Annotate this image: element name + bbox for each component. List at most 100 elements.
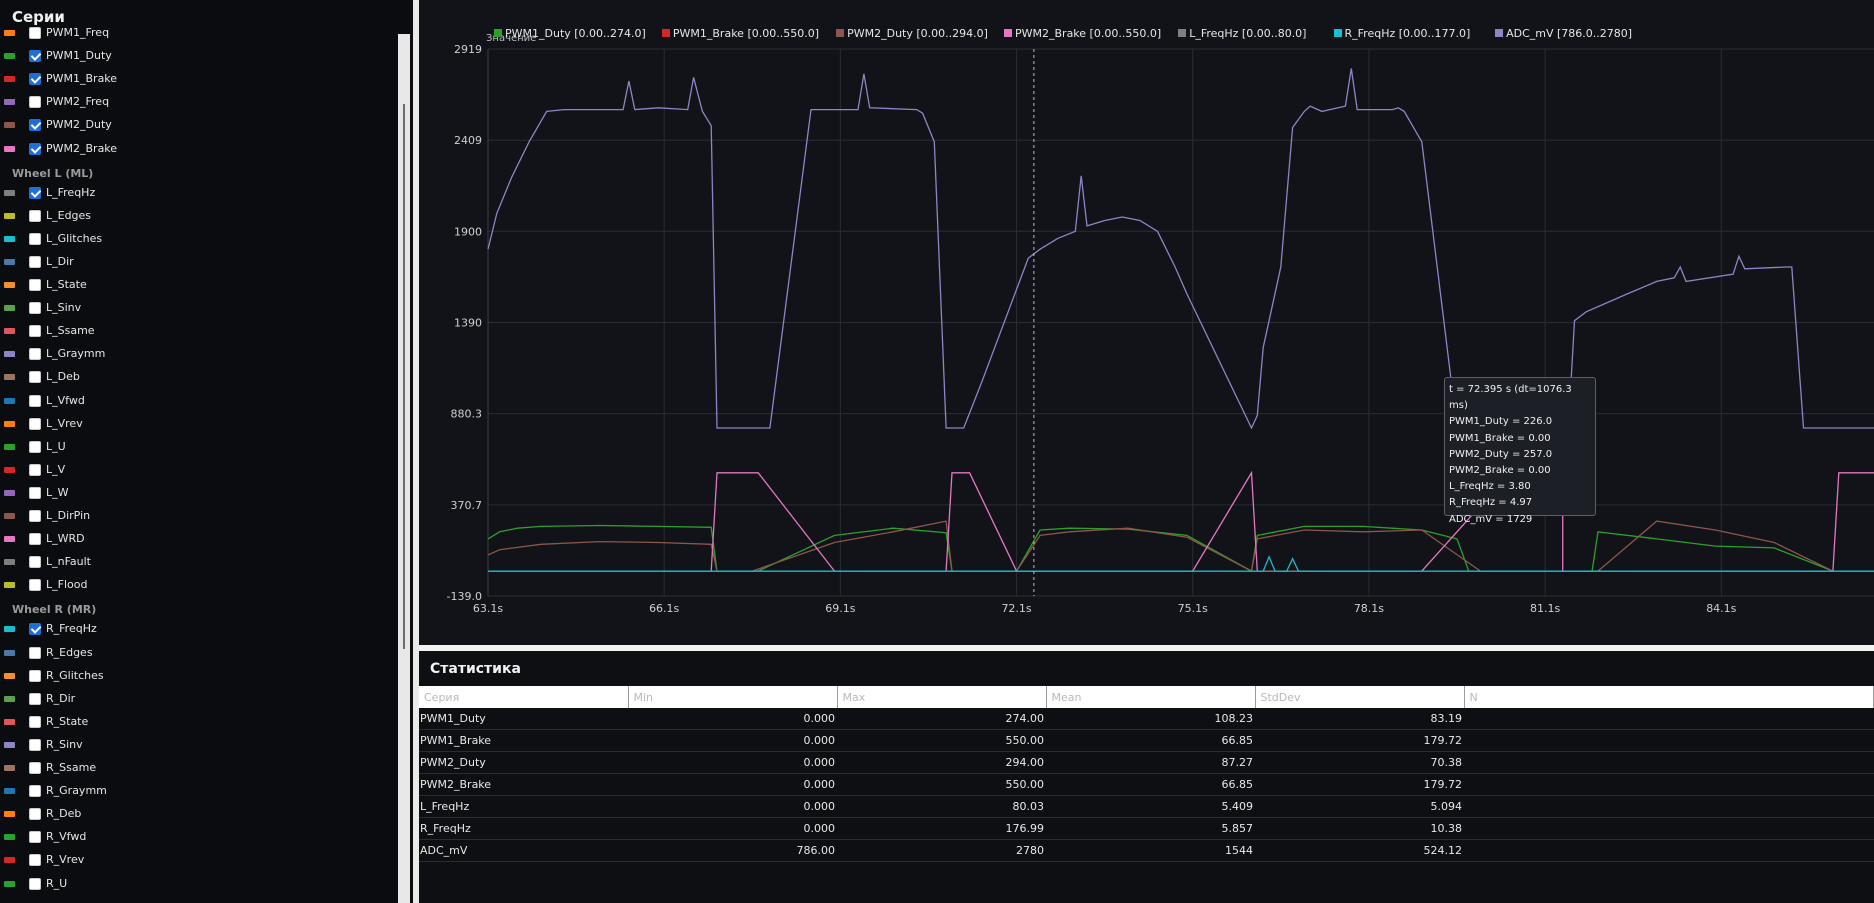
series-checkbox[interactable] (29, 762, 41, 774)
series-checkbox[interactable] (29, 579, 41, 592)
series-row-l-ssame[interactable]: L_Ssame (4, 322, 384, 342)
time-series-chart[interactable]: 2919240919001390880.3370.7-139.063.1s 66.… (419, 0, 1874, 645)
series-row-l-u[interactable]: L_U (4, 438, 384, 458)
series-label: PWM2_Brake (46, 141, 118, 155)
series-checkbox[interactable] (29, 119, 41, 132)
series-row-r-graymm[interactable]: R_Graymm (4, 782, 384, 802)
series-checkbox[interactable] (29, 808, 41, 821)
legend-text: PWM2_Brake [0.00..550.0] (1015, 27, 1162, 40)
stats-row[interactable]: ADC_mV 786.00 2780 1544 524.12 (419, 839, 1874, 862)
series-row-pwm1-freq[interactable]: PWM1_Freq (4, 24, 384, 44)
series-row-pwm2-freq[interactable]: PWM2_Freq (4, 93, 384, 113)
series-row-l-state[interactable]: L_State (4, 276, 384, 296)
series-checkbox[interactable] (29, 417, 41, 430)
series-row-l-graymm[interactable]: L_Graymm (4, 345, 384, 365)
series-row-l-vrev[interactable]: L_Vrev (4, 415, 384, 435)
series-checkbox[interactable] (29, 533, 41, 546)
series-checkbox[interactable] (29, 623, 41, 636)
series-checkbox[interactable] (29, 232, 41, 245)
stats-row[interactable]: PWM2_Duty 0.000 294.00 87.27 70.38 (419, 751, 1874, 774)
legend-swatch (1333, 29, 1342, 37)
series-row-r-vrev[interactable]: R_Vrev (4, 851, 384, 871)
series-row-pwm2-brake[interactable]: PWM2_Brake (4, 140, 384, 160)
series-checkbox[interactable] (29, 279, 41, 291)
series-row-l-wrd[interactable]: L_WRD (4, 530, 384, 550)
series-row-l-nfault[interactable]: L_nFault (4, 553, 384, 573)
x-tick-label: 81.1s (1530, 602, 1560, 615)
series-row-r-dir[interactable]: R_Dir (4, 690, 384, 710)
series-checkbox[interactable] (29, 877, 41, 890)
series-row-l-flood[interactable]: L_Flood (4, 576, 384, 596)
series-checkbox[interactable] (29, 715, 41, 728)
series-row-pwm1-brake[interactable]: PWM1_Brake (4, 70, 384, 90)
series-color-swatch (4, 212, 15, 219)
series-row-l-sinv[interactable]: L_Sinv (4, 299, 384, 319)
series-row-r-edges[interactable]: R_Edges (4, 644, 384, 664)
stats-row[interactable]: L_FreqHz 0.000 80.03 5.409 5.094 (419, 795, 1874, 818)
series-row-l-glitches[interactable]: L_Glitches (4, 230, 384, 250)
series-checkbox[interactable] (29, 50, 41, 63)
stats-row[interactable]: PWM1_Brake 0.000 550.00 66.85 179.72 (419, 729, 1874, 752)
series-row-r-sinv[interactable]: R_Sinv (4, 736, 384, 756)
series-checkbox[interactable] (29, 785, 41, 798)
series-checkbox[interactable] (29, 325, 41, 338)
series-checkbox[interactable] (29, 556, 41, 569)
stats-value: 5.094 (1255, 795, 1464, 818)
series-row-r-deb[interactable]: R_Deb (4, 805, 384, 825)
series-checkbox[interactable] (29, 463, 41, 476)
stats-value: 786.00 (628, 839, 837, 862)
series-checkbox[interactable] (29, 669, 41, 682)
series-line-adc-mv (487, 68, 1874, 430)
series-row-r-u[interactable]: R_U (4, 875, 384, 895)
series-checkbox[interactable] (29, 738, 41, 751)
series-row-l-w[interactable]: L_W (4, 484, 384, 504)
series-row-l-vfwd[interactable]: L_Vfwd (4, 392, 384, 412)
series-row-pwm1-duty[interactable]: PWM1_Duty (4, 47, 384, 67)
stats-col-min[interactable]: Min (628, 686, 838, 708)
series-checkbox[interactable] (29, 27, 41, 39)
series-checkbox[interactable] (29, 371, 41, 384)
series-row-l-deb[interactable]: L_Deb (4, 368, 384, 388)
series-checkbox[interactable] (29, 394, 41, 407)
series-checkbox[interactable] (29, 486, 41, 499)
series-row-l-edges[interactable]: L_Edges (4, 207, 384, 227)
sidebar-scrollbar-thumb[interactable] (403, 104, 405, 649)
stats-row[interactable]: PWM1_Duty 0.000 274.00 108.23 83.19 (419, 708, 1874, 730)
series-checkbox[interactable] (29, 186, 41, 199)
legend-swatch (1495, 29, 1504, 37)
series-row-r-glitches[interactable]: R_Glitches (4, 667, 384, 687)
chart-area[interactable]: 2919 2409 1900 1390 880.3 370.7 -139.0 63.1s 66.… (419, 0, 1874, 645)
stats-row[interactable]: R_FreqHz 0.000 176.99 5.857 10.38 (419, 817, 1874, 840)
stats-row[interactable]: PWM2_Brake 0.000 550.00 66.85 179.72 (419, 773, 1874, 796)
series-checkbox[interactable] (29, 255, 41, 268)
series-checkbox[interactable] (29, 646, 41, 659)
series-checkbox[interactable] (29, 348, 41, 361)
stats-col-mean[interactable]: Mean (1046, 686, 1256, 708)
series-row-r-ssame[interactable]: R_Ssame (4, 759, 384, 779)
series-checkbox[interactable] (29, 142, 41, 155)
series-checkbox[interactable] (29, 96, 41, 109)
series-row-l-dir[interactable]: L_Dir (4, 253, 384, 273)
series-checkbox[interactable] (29, 73, 41, 86)
stats-col-n[interactable]: N (1464, 686, 1874, 708)
series-row-r-freqhz[interactable]: R_FreqHz (4, 620, 384, 640)
series-row-r-vfwd[interactable]: R_Vfwd (4, 828, 384, 848)
stats-col-[interactable]: Серия (419, 686, 629, 708)
series-row-r-state[interactable]: R_State (4, 713, 384, 733)
series-row-l-v[interactable]: L_V (4, 461, 384, 481)
series-checkbox[interactable] (29, 302, 41, 315)
stats-col-max[interactable]: Max (837, 686, 1047, 708)
series-checkbox[interactable] (29, 692, 41, 705)
stats-body: PWM1_Duty 0.000 274.00 108.23 83.19 PWM1_Brak… (419, 708, 1874, 862)
series-checkbox[interactable] (29, 831, 41, 844)
stats-value: 294.00 (837, 751, 1046, 774)
sidebar-scrollbar[interactable] (398, 34, 410, 903)
series-checkbox[interactable] (29, 209, 41, 222)
series-checkbox[interactable] (29, 510, 41, 522)
series-row-l-freqhz[interactable]: L_FreqHz (4, 184, 384, 204)
series-row-l-dirpin[interactable]: L_DirPin (4, 507, 384, 527)
stats-col-stddev[interactable]: StdDev (1255, 686, 1465, 708)
series-row-pwm2-duty[interactable]: PWM2_Duty (4, 116, 384, 136)
series-checkbox[interactable] (29, 440, 41, 453)
series-checkbox[interactable] (29, 854, 41, 867)
